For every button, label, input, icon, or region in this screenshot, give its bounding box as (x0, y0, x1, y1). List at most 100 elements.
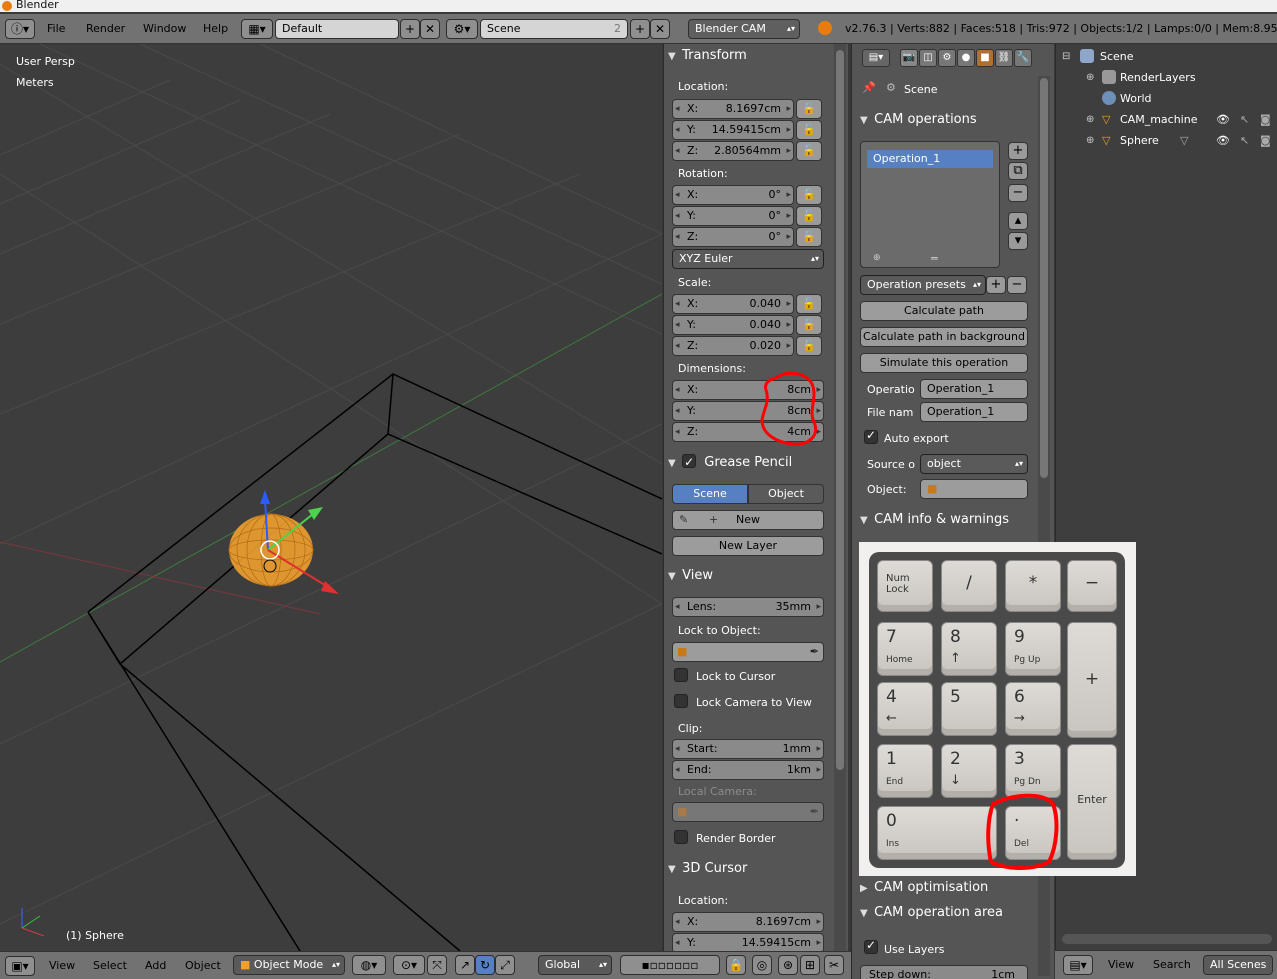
visibility-eye-icon[interactable]: 👁 (1216, 109, 1230, 130)
expand-icon[interactable]: ⊕ (1086, 109, 1094, 130)
collapse-icon[interactable]: ⊟ (1062, 46, 1070, 67)
lock-location-y-icon[interactable]: 🔓 (796, 120, 822, 140)
editor-type-icon[interactable]: ▤▾ (1063, 955, 1093, 975)
menu-help[interactable]: Help (203, 22, 228, 35)
pivot-point-icon[interactable]: ⊙▾ (393, 955, 425, 975)
lock-cursor-checkbox[interactable] (674, 668, 688, 682)
menu-select[interactable]: Select (93, 959, 127, 972)
tab-grease-object[interactable]: Object (748, 484, 824, 504)
lock-location-x-icon[interactable]: 🔓 (796, 99, 822, 119)
select-arrow-icon[interactable]: ↖ (1240, 109, 1249, 130)
expand-icon[interactable]: ⊕ (1086, 67, 1094, 88)
rotation-y-field[interactable]: ◂ Y: 0° ▸ (672, 206, 794, 226)
render-camera-icon[interactable]: ◙ (1260, 130, 1271, 151)
display-mode-select[interactable]: All Scenes (1203, 955, 1273, 975)
world-tab-icon[interactable]: ● (957, 49, 975, 67)
lock-scale-x-icon[interactable]: 🔓 (796, 294, 822, 314)
info-editor-type-icon[interactable]: ⓘ▾ (5, 19, 35, 39)
snap-element-icon[interactable]: ⊞ (800, 955, 820, 975)
cam-optimisation-header[interactable]: ▶ CAM optimisation (860, 878, 1030, 898)
cam-operations-header[interactable]: ▼ CAM operations (860, 110, 1030, 130)
lock-rotation-x-icon[interactable]: 🔓 (796, 185, 822, 205)
tab-grease-scene[interactable]: Scene (672, 484, 748, 504)
object-field[interactable]: ■ (920, 479, 1028, 499)
cursor-x-field[interactable]: ◂ X: 8.1697cm ▸ (672, 912, 824, 932)
pin-icon[interactable]: 📌 (862, 81, 876, 94)
outliner-row-world[interactable]: World (1056, 88, 1277, 109)
lock-scale-y-icon[interactable]: 🔓 (796, 315, 822, 335)
lock-layers-icon[interactable]: 🔒 (726, 955, 746, 975)
outliner-row-sphere[interactable]: ⊕ ▽ Sphere ▽ 👁 ↖ ◙ (1056, 130, 1277, 151)
operation-name-field[interactable]: Operation_1 (920, 379, 1028, 399)
mode-select[interactable]: ■ Object Mode ▴▾ (233, 955, 345, 975)
lock-scale-z-icon[interactable]: 🔓 (796, 336, 822, 356)
rotate-manipulator-icon[interactable]: ↻ (475, 955, 495, 975)
cursor-y-field[interactable]: ◂ Y: 14.59415cm ▸ (672, 933, 824, 951)
remove-layout-icon[interactable]: ✕ (420, 19, 440, 39)
add-scene-icon[interactable]: + (630, 19, 650, 39)
calculate-path-button[interactable]: Calculate path (860, 301, 1028, 321)
manipulator-toggle-icon[interactable]: ⤧ (427, 955, 447, 975)
location-z-field[interactable]: ◂ Z: 2.80564mm ▸ (672, 141, 794, 161)
menu-render[interactable]: Render (86, 22, 125, 35)
lock-camera-checkbox[interactable] (674, 694, 688, 708)
render-layers-tab-icon[interactable]: ◫ (919, 49, 937, 67)
lens-field[interactable]: ◂ Lens: 35mm ▸ (672, 597, 824, 617)
lock-rotation-z-icon[interactable]: 🔓 (796, 227, 822, 247)
outliner-row-cam-machine[interactable]: ⊕ ▽ CAM_machine 👁 ↖ ◙ (1056, 109, 1277, 130)
step-down-field[interactable]: Step down: 1cm (860, 965, 1028, 979)
modifiers-tab-icon[interactable]: 🔧 (1014, 49, 1032, 67)
grease-pencil-checkbox[interactable] (682, 452, 697, 472)
translate-manipulator-icon[interactable]: ↗ (455, 955, 475, 975)
layout-field[interactable]: Default (275, 19, 399, 39)
operations-list[interactable]: Operation_1 ⊕ ═ (860, 141, 1000, 268)
menu-search[interactable]: Search (1153, 958, 1191, 971)
source-select[interactable]: object ▴▾ (920, 454, 1028, 474)
scene-field[interactable]: Scene 2 (480, 19, 628, 39)
auto-export-checkbox[interactable] (864, 428, 878, 444)
screen-layout-icon[interactable]: ▦▾ (241, 19, 273, 39)
scale-manipulator-icon[interactable]: ⤢ (495, 955, 515, 975)
scene-tab-icon[interactable]: ⚙ (938, 49, 956, 67)
scene-selector-icon[interactable]: ⚙▾ (446, 19, 478, 39)
render-camera-icon[interactable]: ◙ (1260, 109, 1271, 130)
npanel-scrollbar[interactable] (834, 44, 846, 951)
visibility-eye-icon[interactable]: 👁 (1216, 130, 1230, 151)
calculate-path-background-button[interactable]: Calculate path in background (860, 327, 1028, 347)
rotation-x-field[interactable]: ◂ X: 0° ▸ (672, 185, 794, 205)
scale-x-field[interactable]: ◂ X: 0.040 ▸ (672, 294, 794, 314)
outliner-row-render-layers[interactable]: ⊕ RenderLayers (1056, 67, 1277, 88)
menu-object[interactable]: Object (185, 959, 221, 972)
menu-add[interactable]: Add (145, 959, 166, 972)
clip-end-field[interactable]: ◂ End: 1km ▸ (672, 760, 824, 780)
outliner-row-scene[interactable]: ⊟ Scene (1056, 46, 1277, 67)
view-panel-header[interactable]: ▼ View (668, 566, 838, 586)
proportional-edit-icon[interactable]: ◎ (752, 955, 772, 975)
scale-y-field[interactable]: ◂ Y: 0.040 ▸ (672, 315, 794, 335)
use-layers-checkbox[interactable] (864, 938, 878, 954)
3d-viewport[interactable]: User Persp Meters (1) Sphere (0, 44, 662, 951)
lock-object-field[interactable]: ■ ✒ (672, 642, 824, 662)
layers-grid[interactable]: ▪▫▫▫▫▫▫ (620, 955, 720, 975)
cam-info-header[interactable]: ▼ CAM info & warnings (860, 510, 1030, 530)
editor-type-icon[interactable]: ▤▾ (862, 49, 890, 67)
3d-cursor-panel-header[interactable]: ▼ 3D Cursor (668, 859, 838, 879)
snap-icon[interactable]: ⊛ (778, 955, 798, 975)
remove-scene-icon[interactable]: ✕ (650, 19, 670, 39)
move-up-icon[interactable]: ▴ (1008, 212, 1028, 230)
menu-window[interactable]: Window (143, 22, 186, 35)
add-layout-icon[interactable]: + (400, 19, 420, 39)
transform-panel-header[interactable]: ▼ Transform (668, 46, 838, 66)
menu-view[interactable]: View (1108, 958, 1134, 971)
lock-rotation-y-icon[interactable]: 🔓 (796, 206, 822, 226)
render-engine-select[interactable]: Blender CAM ▴▾ (688, 19, 800, 39)
grease-pencil-panel-header[interactable]: ▼ Grease Pencil (668, 452, 838, 472)
lock-location-z-icon[interactable]: 🔓 (796, 141, 822, 161)
location-x-field[interactable]: ◂ X: 8.1697cm ▸ (672, 99, 794, 119)
select-arrow-icon[interactable]: ↖ (1240, 130, 1249, 151)
orientation-select[interactable]: Global ▴▾ (538, 955, 612, 975)
viewport-shading-icon[interactable]: ◍▾ (352, 955, 386, 975)
remove-operation-icon[interactable]: − (1008, 184, 1028, 202)
editor-type-icon[interactable]: ▣▾ (5, 956, 35, 976)
cam-area-header[interactable]: ▼ CAM operation area (860, 903, 1030, 923)
